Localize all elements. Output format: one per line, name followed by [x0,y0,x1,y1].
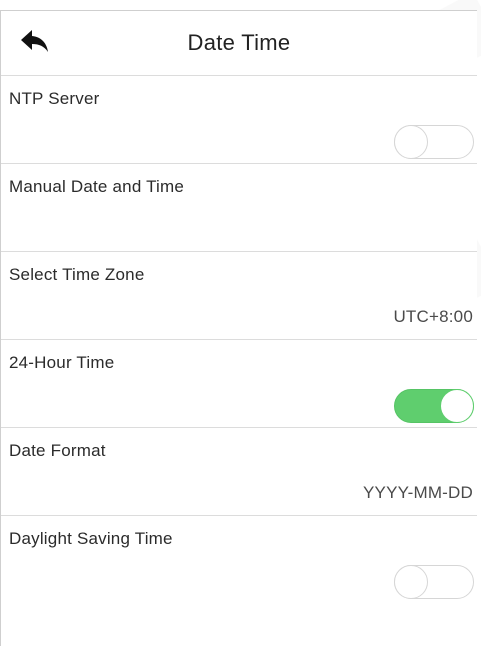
setting-label: Manual Date and Time [9,177,185,196]
toggle-knob [394,125,428,159]
toggle-knob [394,565,428,599]
setting-row-ntp-server[interactable]: NTP Server [1,76,477,164]
back-button[interactable] [17,24,53,60]
setting-label: NTP Server [9,89,100,108]
setting-label: Date Format [9,441,106,460]
page-title: Date Time [187,30,291,55]
24-hour-time-toggle[interactable] [394,389,474,423]
daylight-saving-toggle[interactable] [394,565,474,599]
time-zone-value: UTC+8:00 [393,307,473,326]
setting-label: 24-Hour Time [9,353,115,372]
setting-label: Daylight Saving Time [9,529,173,548]
header-bar: Date Time [1,11,477,76]
date-time-screen: Date Time NTP Server Manual Date and Tim… [0,10,477,646]
setting-row-daylight-saving[interactable]: Daylight Saving Time [1,516,477,604]
setting-row-24-hour-time[interactable]: 24-Hour Time [1,340,477,428]
setting-row-date-format[interactable]: Date Format YYYY-MM-DD [1,428,477,516]
back-arrow-icon [21,30,48,52]
setting-label: Select Time Zone [9,265,145,284]
setting-row-time-zone[interactable]: Select Time Zone UTC+8:00 [1,252,477,340]
ntp-server-toggle[interactable] [394,125,474,159]
toggle-knob [440,389,474,423]
date-format-value: YYYY-MM-DD [363,483,473,502]
setting-row-manual-date-time[interactable]: Manual Date and Time [1,164,477,252]
